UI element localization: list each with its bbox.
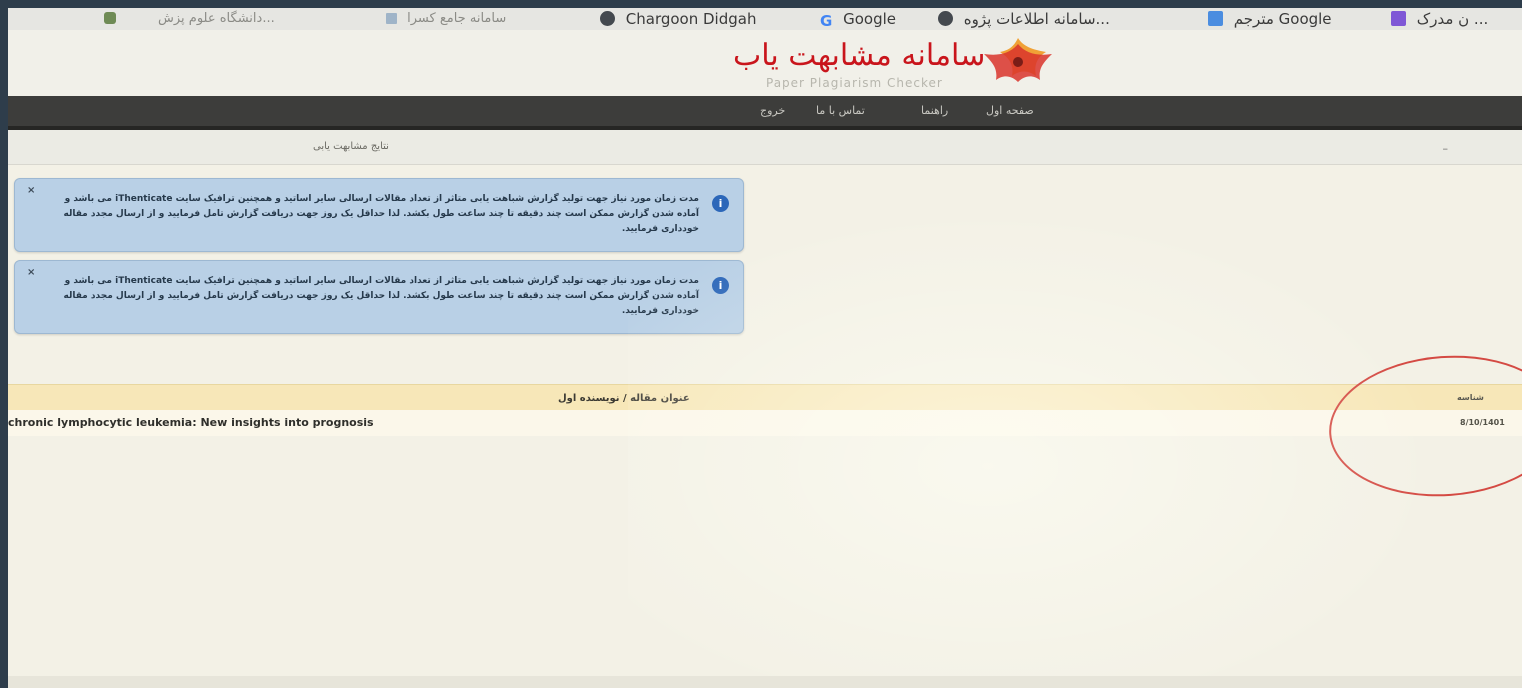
- bookmark-google-translate[interactable]: مترجم Google: [1208, 10, 1332, 28]
- nav-help[interactable]: راهنما: [921, 104, 948, 117]
- globe-icon: [938, 11, 953, 26]
- info-alert: × i مدت زمان مورد نیاز جهت تولید گزارش ش…: [14, 178, 744, 252]
- table-row[interactable]: chronic lymphocytic leukemia: New insigh…: [8, 410, 1522, 436]
- d-icon: [1391, 11, 1406, 26]
- google-icon: G: [820, 12, 833, 30]
- info-icon: i: [712, 195, 729, 212]
- bookmark-label: ن مدرک ...: [1416, 10, 1489, 28]
- globe-icon: [600, 11, 615, 26]
- nav-home[interactable]: صفحه اول: [986, 104, 1034, 117]
- translate-icon: [1208, 11, 1223, 26]
- bookmark-research-system[interactable]: سامانه اطلاعات پژوه...: [938, 10, 1110, 28]
- bookmark-ext[interactable]: [104, 10, 122, 28]
- main-nav: صفحه اول راهنما تماس با ما خروج: [8, 96, 1522, 130]
- footer: [8, 676, 1522, 688]
- bookmark-label: سامانه اطلاعات پژوه...: [963, 10, 1110, 28]
- bookmark-label: سامانه جامع کسرا: [407, 11, 507, 26]
- bookmark-label: Google: [843, 10, 896, 28]
- bookmarks-bar: دانشگاه علوم پزش... سامانه جامع کسرا Cha…: [8, 8, 1522, 30]
- bookmark-label: مترجم Google: [1233, 10, 1332, 28]
- red-circle-annotation: [1324, 348, 1522, 504]
- nav-logout[interactable]: خروج: [760, 104, 785, 117]
- column-header-title: عنوان مقاله / نویسنده اول: [558, 393, 690, 404]
- site-title[interactable]: سامانه مشابهت یاب: [733, 38, 985, 73]
- bookmark-chargoon[interactable]: Chargoon Didgah: [600, 10, 756, 28]
- bookmark-medical-university[interactable]: دانشگاه علوم پزش...: [158, 10, 275, 28]
- info-alert: × i مدت زمان مورد نیاز جهت تولید گزارش ش…: [14, 260, 744, 334]
- alert-message: مدت زمان مورد نیاز جهت تولید گزارش شباهت…: [63, 276, 699, 316]
- close-icon[interactable]: ×: [27, 267, 35, 278]
- results-table-header: عنوان مقاله / نویسنده اول شناسه: [8, 384, 1522, 412]
- bookmark-label: Chargoon Didgah: [625, 10, 757, 28]
- bookmark-document[interactable]: ن مدرک ...: [1391, 10, 1488, 28]
- bookmark-label: دانشگاه علوم پزش...: [158, 11, 275, 26]
- site-subtitle: Paper Plagiarism Checker: [766, 76, 943, 90]
- bookmark-icon: [386, 13, 397, 24]
- collapse-icon[interactable]: –: [1443, 142, 1449, 155]
- page-heading-bar: نتایج مشابهت یابی –: [8, 130, 1522, 165]
- nav-contact[interactable]: تماس با ما: [816, 104, 865, 117]
- browser-screen: دانشگاه علوم پزش... سامانه جامع کسرا Cha…: [8, 8, 1522, 688]
- extension-icon: [104, 12, 116, 24]
- info-icon: i: [712, 277, 729, 294]
- bookmark-google[interactable]: G Google: [820, 10, 896, 30]
- paper-title-cell[interactable]: chronic lymphocytic leukemia: New insigh…: [8, 416, 374, 429]
- logo-icon: [984, 38, 1052, 82]
- page-title: نتایج مشابهت یابی: [313, 141, 389, 152]
- close-icon[interactable]: ×: [27, 185, 35, 196]
- bookmark-kasra[interactable]: سامانه جامع کسرا: [386, 10, 506, 28]
- site-header: سامانه مشابهت یاب Paper Plagiarism Check…: [8, 30, 1522, 104]
- alert-message: مدت زمان مورد نیاز جهت تولید گزارش شباهت…: [63, 194, 699, 234]
